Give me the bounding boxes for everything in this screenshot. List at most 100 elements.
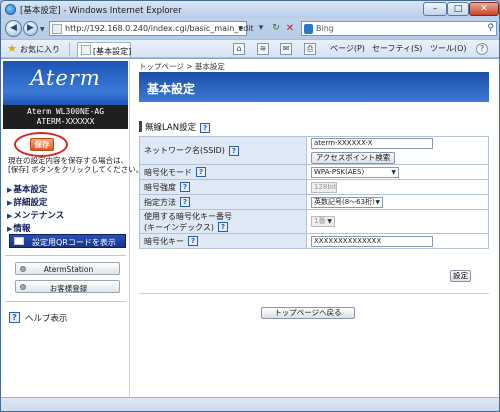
help-menu-icon[interactable]: ? — [476, 43, 488, 55]
key-input[interactable]: XXXXXXXXXXXXXX — [311, 235, 433, 247]
active-tab[interactable]: [基本設定] — [77, 42, 131, 57]
tab-page-icon — [81, 45, 91, 55]
ssid-help-icon[interactable]: ? — [228, 145, 239, 156]
menu-advanced-settings[interactable]: ▶詳細設定 — [7, 196, 47, 208]
menu-maintenance[interactable]: ▶メンテナンス — [7, 209, 64, 221]
sidebar-divider — [5, 255, 126, 256]
key-index-field-cell: 1番 ▼ — [306, 209, 489, 234]
table-row: 暗号化モード? WPA-PSK(AES) ▼ — [139, 164, 489, 180]
menu-label: 詳細設定 — [13, 198, 48, 208]
customer-register-button[interactable]: お客様登録 — [15, 280, 120, 293]
history-dropdown-icon[interactable]: ▼ — [40, 26, 45, 33]
enc-mode-help-icon[interactable]: ? — [196, 167, 206, 177]
print-icon[interactable]: ⎙ — [304, 43, 316, 55]
menu-label: 基本設定 — [13, 185, 48, 195]
ssid-label: ネットワーク名(SSID) — [144, 146, 225, 155]
back-button[interactable]: ◀ — [5, 20, 22, 37]
section-title: 無線LAN設定? — [145, 121, 211, 133]
feeds-icon[interactable]: ≋ — [257, 43, 269, 55]
minimize-button[interactable]: – — [423, 2, 447, 16]
forward-button[interactable]: ▶ — [23, 21, 38, 36]
section-label: 無線LAN設定 — [145, 123, 197, 133]
atermstation-label: AtermStation — [43, 265, 94, 274]
key-index-label: 使用する暗号化キー番号 — [144, 211, 232, 221]
back-to-top-button[interactable]: トップページへ戻る — [261, 307, 355, 319]
compatibility-icon[interactable]: ▾ — [254, 22, 268, 35]
table-row: ネットワーク名(SSID)? aterm-XXXXXX-X アクセスポイント検索 — [139, 136, 489, 165]
favorites-star-icon[interactable]: ★ — [7, 42, 17, 55]
atermstation-button[interactable]: AtermStation — [15, 262, 120, 275]
close-button[interactable]: ✕ — [469, 2, 499, 16]
search-icon[interactable]: ⚲ — [487, 23, 494, 33]
table-row: 指定方法? 英数記号(8～63桁) ▼ — [139, 194, 489, 210]
breadcrumb[interactable]: トップページ > 基本設定 — [139, 61, 225, 72]
main-panel: トップページ > 基本設定 基本設定 無線LAN設定? ネットワーク名(SSID… — [131, 59, 499, 398]
page-icon — [52, 24, 62, 34]
menu-bullet-icon: ▶ — [7, 225, 13, 233]
menu-bullet-icon: ▶ — [7, 186, 13, 194]
title-bar: [基本設定] - Windows Internet Explorer – □ ✕ — [1, 1, 499, 18]
strength-help-icon[interactable]: ? — [180, 182, 190, 192]
stop-icon[interactable]: ✕ — [283, 22, 297, 35]
strength-select: 128bit — [311, 181, 337, 193]
save-note-line2: [保存] ボタンをクリックしてください。 — [8, 165, 144, 174]
ap-search-button[interactable]: アクセスポイント検索 — [311, 151, 395, 164]
search-box[interactable]: Bing ⚲ — [301, 21, 497, 36]
key-help-icon[interactable]: ? — [188, 236, 198, 246]
help-icon[interactable]: ? — [9, 312, 20, 323]
menu-information[interactable]: ▶情報 — [7, 222, 30, 234]
menu-basic-settings[interactable]: ▶基本設定 — [7, 183, 47, 195]
method-label-cell: 指定方法? — [139, 194, 307, 210]
strength-field-cell: 128bit — [306, 179, 489, 195]
refresh-icon[interactable]: ↻ — [269, 22, 283, 35]
key-label: 暗号化キー — [144, 236, 184, 246]
menu-bullet-icon: ▶ — [7, 212, 13, 220]
enc-mode-label: 暗号化モード — [144, 167, 192, 177]
maximize-button[interactable]: □ — [447, 2, 469, 16]
ssid-field-cell: aterm-XXXXXX-X アクセスポイント検索 — [306, 136, 489, 165]
method-select[interactable]: 英数記号(8～63桁) ▼ — [311, 196, 383, 208]
dropdown-arrow-icon: ▼ — [375, 198, 380, 206]
key-index-help-icon[interactable]: ? — [218, 222, 229, 232]
table-row: 使用する暗号化キー番号 (キーインデックス)? 1番 ▼ — [139, 209, 489, 234]
address-bar[interactable]: http://192.168.0.240/index.cgi/basic_mai… — [49, 21, 254, 36]
page-menu[interactable]: ページ(P) — [330, 43, 365, 56]
bing-icon — [304, 24, 313, 34]
method-value: 英数記号(8～63桁) — [314, 197, 375, 206]
sidebar: Aterm Aterm WL300NE-AG ATERM-XXXXXX 保存 現… — [1, 59, 144, 398]
table-row: 暗号強度? 128bit — [139, 179, 489, 195]
key-index-sublabel: (キーインデックス) — [144, 222, 215, 232]
section-marker — [139, 121, 142, 132]
key-index-select: 1番 ▼ — [311, 216, 335, 227]
highlight-circle — [14, 132, 68, 157]
model-name: Aterm WL300NE-AG — [26, 107, 105, 116]
toolbar-divider — [69, 42, 70, 56]
key-index-label-cell: 使用する暗号化キー番号 (キーインデックス)? — [139, 209, 307, 234]
mail-icon[interactable]: ✉ — [280, 43, 292, 55]
safety-menu[interactable]: セーフティ(S) — [372, 43, 422, 56]
ssid-input[interactable]: aterm-XXXXXX-X — [311, 137, 433, 149]
tools-menu[interactable]: ツール(O) — [430, 43, 467, 56]
qr-code-button[interactable]: 設定用QRコードを表示 — [9, 234, 126, 248]
address-input[interactable]: http://192.168.0.240/index.cgi/basic_mai… — [65, 24, 254, 33]
enc-mode-label-cell: 暗号化モード? — [139, 164, 307, 180]
favorites-button[interactable]: お気に入り — [20, 44, 60, 55]
enc-mode-value: WPA-PSK(AES) — [314, 167, 365, 176]
help-link[interactable]: ヘルプ表示 — [25, 312, 68, 324]
aterm-logo: Aterm — [30, 66, 101, 90]
section-help-icon[interactable]: ? — [200, 122, 211, 133]
ie-icon — [5, 4, 16, 15]
search-input[interactable]: Bing — [316, 24, 334, 33]
enc-mode-select[interactable]: WPA-PSK(AES) ▼ — [311, 166, 399, 178]
home-icon[interactable]: ⌂ — [233, 43, 245, 55]
browser-window: [基本設定] - Windows Internet Explorer – □ ✕… — [0, 0, 500, 412]
qr-code-icon — [14, 237, 24, 245]
dropdown-arrow-icon: ▼ — [391, 168, 396, 176]
page-header: 基本設定 — [139, 72, 489, 102]
set-button[interactable]: 設定 — [450, 270, 471, 282]
method-help-icon[interactable]: ? — [180, 197, 190, 207]
strength-label: 暗号強度 — [144, 182, 176, 192]
address-dropdown-icon[interactable]: ▼ — [238, 25, 243, 32]
ssid-label-cell: ネットワーク名(SSID)? — [139, 136, 307, 165]
strength-label-cell: 暗号強度? — [139, 179, 307, 195]
